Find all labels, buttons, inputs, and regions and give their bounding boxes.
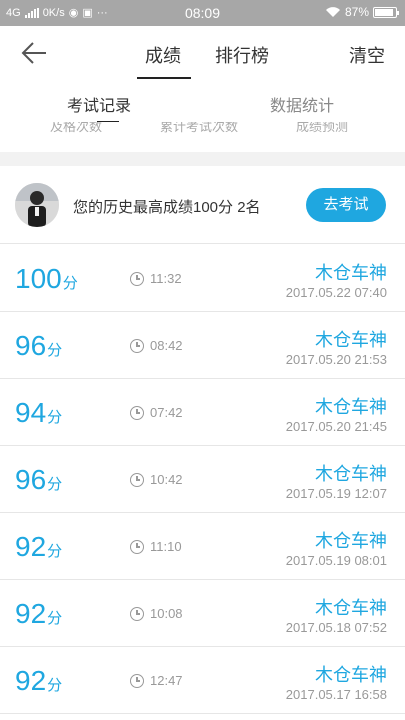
top-nav: 成绩 排行榜 清空 [0, 26, 405, 80]
record-name: 木仓车神 [315, 665, 387, 685]
record-name: 木仓车神 [315, 397, 387, 417]
clock-icon [130, 338, 144, 353]
battery-percent: 87% [344, 5, 369, 19]
record-name: 木仓车神 [315, 464, 387, 484]
record-date: 2017.05.20 21:53 [285, 352, 387, 367]
record-duration: 11:10 [130, 539, 182, 554]
record-name: 木仓车神 [315, 598, 387, 618]
record-date: 2017.05.17 16:58 [285, 687, 387, 702]
record-date: 2017.05.22 07:40 [285, 285, 387, 300]
record-date: 2017.05.18 07:52 [285, 620, 387, 635]
tab-score[interactable]: 成绩 [145, 42, 181, 68]
clock-icon [130, 606, 144, 621]
record-name: 木仓车神 [315, 531, 387, 551]
record-name: 木仓车神 [315, 330, 387, 350]
stat-label: 及格次数 [50, 122, 103, 134]
back-button[interactable] [18, 38, 50, 68]
go-exam-button[interactable]: 去考试 [306, 188, 386, 222]
record-duration: 08:42 [130, 338, 183, 353]
record-date: 2017.05.19 08:01 [285, 553, 387, 568]
tab-data-stats[interactable]: 数据统计 [270, 92, 334, 116]
avatar [15, 183, 59, 227]
best-score-text: 您的历史最高成绩100分 2名 [73, 199, 261, 216]
clock-icon [130, 271, 144, 286]
record-list: 100分 11:32 木仓车神 2017.05.22 07:40 96分 08:… [0, 245, 405, 714]
list-item[interactable]: 94分 07:42 木仓车神 2017.05.20 21:45 [0, 379, 405, 446]
clock-icon [130, 673, 144, 688]
record-score: 100分 [15, 263, 78, 294]
record-name: 木仓车神 [315, 263, 387, 283]
record-score: 96分 [15, 464, 63, 495]
list-item[interactable]: 96分 08:42 木仓车神 2017.05.20 21:53 [0, 312, 405, 379]
clock-icon [130, 472, 144, 487]
tab-exam-records[interactable]: 考试记录 [67, 92, 131, 116]
tab-rank[interactable]: 排行榜 [215, 42, 269, 68]
stat-label: 成绩预测 [296, 122, 349, 134]
status-bar: 4G 0K/s ◉ ▣ ··· 08:09 87% [0, 0, 405, 26]
battery-icon [373, 6, 399, 18]
record-duration: 10:08 [130, 606, 183, 621]
clock-icon [130, 405, 144, 420]
list-item[interactable]: 92分 10:08 木仓车神 2017.05.18 07:52 [0, 580, 405, 647]
list-item[interactable]: 96分 10:42 木仓车神 2017.05.19 12:07 [0, 446, 405, 513]
record-duration: 10:42 [130, 472, 183, 487]
tab-indicator [137, 77, 191, 79]
record-score: 92分 [15, 665, 63, 696]
clear-button[interactable]: 清空 [349, 42, 385, 68]
record-date: 2017.05.19 12:07 [285, 486, 387, 501]
list-item[interactable]: 92分 12:47 木仓车神 2017.05.17 16:58 [0, 647, 405, 714]
record-duration: 07:42 [130, 405, 183, 420]
wifi-icon [325, 7, 340, 17]
scrolled-stats-labels: 及格次数 累计考试次数 成绩预测 [0, 122, 405, 134]
stat-label: 累计考试次数 [160, 122, 239, 134]
record-score: 92分 [15, 598, 63, 629]
status-right: 87% [325, 5, 399, 19]
record-date: 2017.05.20 21:45 [285, 419, 387, 434]
record-duration: 12:47 [130, 673, 183, 688]
list-item[interactable]: 100分 11:32 木仓车神 2017.05.22 07:40 [0, 245, 405, 312]
record-score: 94分 [15, 397, 63, 428]
clock-icon [130, 539, 144, 554]
list-item[interactable]: 92分 11:10 木仓车神 2017.05.19 08:01 [0, 513, 405, 580]
section-divider [0, 152, 405, 166]
record-score: 96分 [15, 330, 63, 361]
record-score: 92分 [15, 531, 63, 562]
profile-summary: 您的历史最高成绩100分 2名 去考试 [0, 166, 405, 244]
arrow-left-icon [21, 42, 46, 64]
sub-tabs: 考试记录 数据统计 [0, 80, 405, 123]
record-duration: 11:32 [130, 271, 182, 286]
